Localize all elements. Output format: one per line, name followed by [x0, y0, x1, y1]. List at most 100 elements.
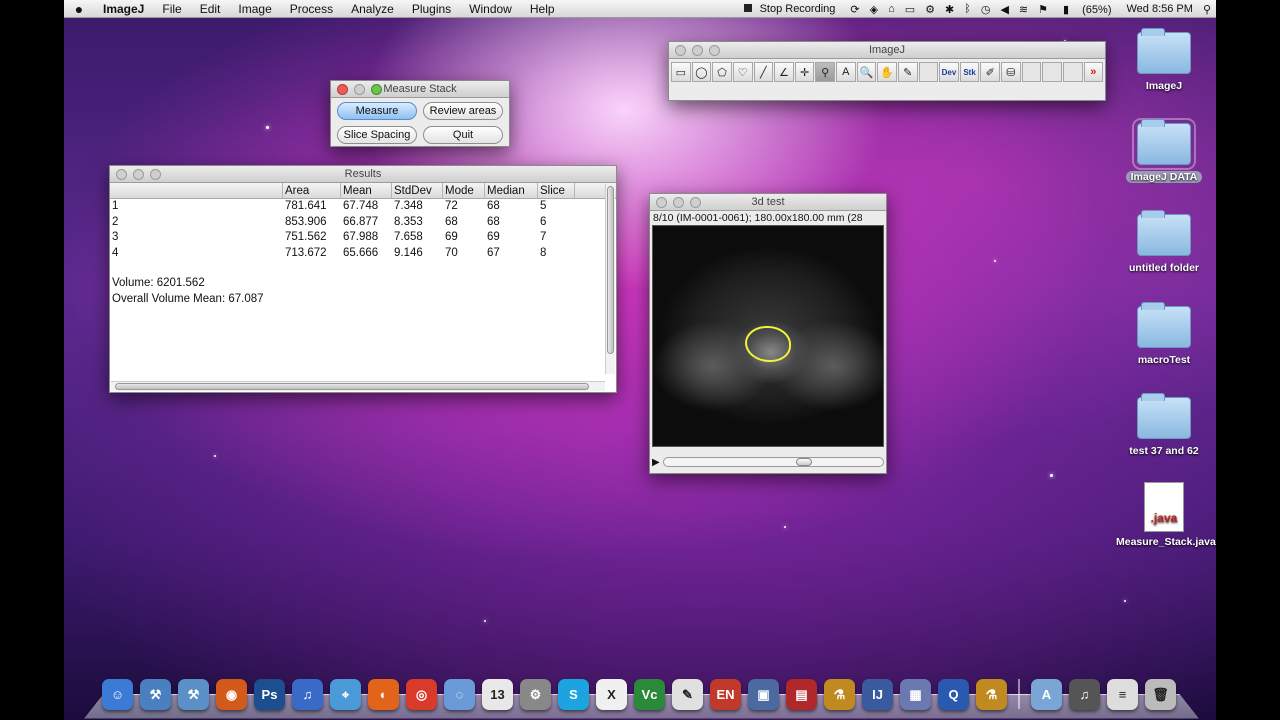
column-header-median[interactable]: Median	[485, 183, 538, 198]
zoom-button[interactable]	[709, 45, 720, 56]
magnifier-tool-icon[interactable]: 🔍	[856, 62, 877, 82]
angle-tool-icon[interactable]: ∠	[774, 62, 794, 82]
table-row[interactable]: 1 781.641 67.748 7.348 72 68 5	[110, 199, 616, 215]
zoom-button[interactable]	[371, 84, 382, 95]
column-header-mode[interactable]: Mode	[443, 183, 485, 198]
desktop-file-measure-stack-java[interactable]: .java Measure_Stack.java	[1116, 482, 1216, 548]
bank-icon[interactable]: ⌂	[883, 3, 900, 15]
game-icon[interactable]: ◉	[216, 679, 247, 710]
table-row[interactable]: 4 713.672 65.666 9.146 70 67 8	[110, 246, 616, 262]
slice-spacing-button[interactable]: Slice Spacing	[337, 126, 417, 144]
display-icon[interactable]: ▭	[900, 3, 920, 16]
ichat-icon[interactable]: ◌	[444, 679, 475, 710]
menu-file[interactable]: File	[153, 0, 190, 18]
xcode-icon[interactable]: ⚒	[140, 679, 171, 710]
table-row[interactable]: 2 853.906 66.877 8.353 68 68 6	[110, 215, 616, 231]
close-button[interactable]	[116, 169, 127, 180]
photoshop-icon[interactable]: Ps	[254, 679, 285, 710]
menu-help[interactable]: Help	[521, 0, 564, 18]
stack-menu-icon[interactable]: Stk	[959, 62, 980, 82]
column-header-slice[interactable]: Slice	[538, 183, 575, 198]
applications-stack-icon[interactable]: A	[1031, 679, 1062, 710]
sync-icon[interactable]: ⟳	[845, 3, 864, 16]
scroll-thumb[interactable]	[115, 383, 589, 390]
bluetooth-icon[interactable]: ᛒ	[959, 3, 976, 15]
apple-menu-icon[interactable]: ●	[64, 1, 94, 17]
brush-tool-icon[interactable]: ✐	[980, 62, 1000, 82]
column-header-area[interactable]: Area	[283, 183, 341, 198]
menu-process[interactable]: Process	[281, 0, 342, 18]
blank-tool-icon[interactable]	[1062, 62, 1083, 82]
vnc-icon[interactable]: Vc	[634, 679, 665, 710]
volume-icon[interactable]: ◀	[995, 3, 1013, 16]
system-prefs-icon[interactable]: ⚙	[520, 679, 551, 710]
parallels-icon[interactable]: ▤	[786, 679, 817, 710]
wifi-icon[interactable]: ≋	[1014, 3, 1033, 16]
polygon-tool-icon[interactable]: ⬠	[712, 62, 732, 82]
blank-tool-icon[interactable]	[1021, 62, 1042, 82]
freehand-tool-icon[interactable]: ♡	[732, 62, 753, 82]
roi-outline[interactable]	[745, 326, 791, 362]
spotlight-search-icon[interactable]: ⚲	[1198, 3, 1216, 16]
desktop-folder-imagej-data[interactable]: ImageJ DATA	[1116, 118, 1212, 183]
instruments-icon[interactable]: ⚒	[178, 679, 209, 710]
text-tool-icon[interactable]: A	[836, 62, 856, 82]
slice-slider-knob[interactable]	[795, 458, 812, 466]
imagej-dock-icon[interactable]: IJ	[862, 679, 893, 710]
skype-icon[interactable]: S	[558, 679, 589, 710]
minimize-button[interactable]	[692, 45, 703, 56]
close-button[interactable]	[675, 45, 686, 56]
image-window-titlebar[interactable]: 3d test	[650, 194, 886, 211]
dropbox-icon[interactable]: ◈	[865, 3, 883, 16]
battery-status[interactable]: ▮ (65%)	[1053, 3, 1121, 16]
x11-icon[interactable]: X	[596, 679, 627, 710]
zoom-button[interactable]	[690, 197, 701, 208]
menu-imagej[interactable]: ImageJ	[94, 0, 153, 18]
evernote-icon[interactable]: EN	[710, 679, 741, 710]
close-button[interactable]	[656, 197, 667, 208]
virtualbox-icon[interactable]: ▣	[748, 679, 779, 710]
documents-stack-icon[interactable]: ≡	[1107, 679, 1138, 710]
tool-icon[interactable]: ✱	[940, 3, 959, 16]
finder-icon[interactable]: ☺	[102, 679, 133, 710]
results-titlebar[interactable]: Results	[110, 166, 616, 183]
chrome-icon[interactable]: ◎	[406, 679, 437, 710]
menu-window[interactable]: Window	[460, 0, 521, 18]
minimize-button[interactable]	[673, 197, 684, 208]
clock[interactable]: Wed 8:56 PM	[1121, 3, 1197, 15]
minimize-button[interactable]	[354, 84, 365, 95]
hand-tool-icon[interactable]: ✋	[877, 62, 897, 82]
timemachine-icon[interactable]: ◷	[976, 3, 996, 16]
measure-stack-titlebar[interactable]: Measure Stack	[331, 81, 509, 98]
blank-tool-icon[interactable]	[1042, 62, 1062, 82]
desktop-folder-untitled[interactable]: untitled folder	[1116, 210, 1212, 274]
music-stack-icon[interactable]: ♫	[1069, 679, 1100, 710]
slice-slider-track[interactable]	[662, 457, 884, 467]
imagej-titlebar[interactable]: ImageJ	[669, 42, 1105, 59]
firefox-icon[interactable]: ◐	[368, 679, 399, 710]
rectangle-tool-icon[interactable]: ▭	[671, 62, 691, 82]
results-vertical-scrollbar[interactable]	[605, 184, 615, 374]
review-areas-button[interactable]: Review areas	[423, 102, 503, 120]
table-row[interactable]: 3 751.562 67.988 7.658 69 69 7	[110, 230, 616, 246]
zoom-button[interactable]	[150, 169, 161, 180]
textedit-icon[interactable]: ✎	[672, 679, 703, 710]
close-button[interactable]	[337, 84, 348, 95]
measure-button[interactable]: Measure	[337, 102, 417, 120]
wand-tool-icon[interactable]: ⚲	[815, 62, 835, 82]
more-tools-icon[interactable]: »	[1083, 62, 1104, 82]
blank-tool-icon[interactable]	[918, 62, 939, 82]
desktop-folder-test-37-62[interactable]: test 37 and 62	[1116, 393, 1212, 457]
gear-icon[interactable]: ⚙	[920, 3, 940, 16]
quicktime-icon[interactable]: Q	[938, 679, 969, 710]
desktop-folder-imagej[interactable]: ImageJ	[1116, 28, 1212, 92]
menu-plugins[interactable]: Plugins	[403, 0, 460, 18]
utility-icon[interactable]: ⚗	[976, 679, 1007, 710]
oval-tool-icon[interactable]: ◯	[691, 62, 712, 82]
ical-icon[interactable]: 13	[482, 679, 513, 710]
trash-icon[interactable]: 🗑	[1145, 679, 1176, 710]
column-header-mean[interactable]: Mean	[341, 183, 392, 198]
dropper-tool-icon[interactable]: ✎	[897, 62, 918, 82]
flag-icon[interactable]: ⚑	[1033, 3, 1053, 16]
menu-image[interactable]: Image	[229, 0, 280, 18]
